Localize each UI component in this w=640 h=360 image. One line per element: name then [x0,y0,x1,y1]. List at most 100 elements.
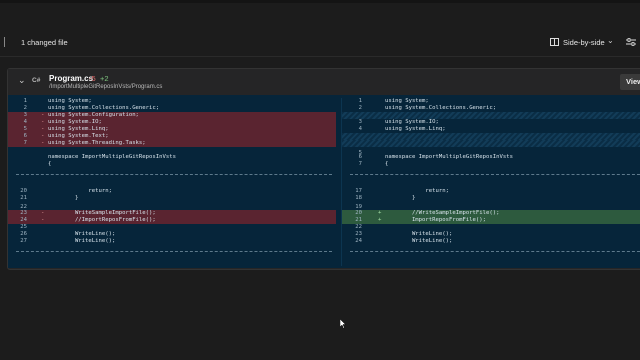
code-text: using System; [385,98,429,104]
code-text: ImportReposFromFile(); [385,217,487,223]
view-file-button[interactable]: View [620,74,640,90]
code-text: } [385,195,416,201]
line-number: 4 [358,126,362,132]
code-text: { [48,161,52,167]
view-mode-dropdown[interactable]: Side-by-side [563,38,605,47]
line-number: 22 [355,224,362,230]
divider [0,56,640,57]
diff-view: 1 using System; 2 using System.Collections.… [8,95,640,268]
code-text: using System.Collections.Generic; [48,105,160,111]
line-number: 26 [20,231,27,237]
code-text: using System.Linq; [48,126,109,132]
line-number: 7 [358,161,362,167]
diff-line: 3 - using System.Configuration; [8,112,336,119]
diff-line: 3 using System.IO; [342,119,640,126]
line-number: 23 [355,231,362,237]
code-text: WriteLine(); [48,238,116,244]
diff-line: 4 - using System.IO; [8,119,336,126]
change-marker: - [41,112,45,118]
code-text: using System.Text; [48,133,109,139]
collapsed-lines-separator[interactable] [16,174,332,176]
diff-line: 7{ [342,161,640,168]
diff-line: 23 WriteLine(); [342,231,640,238]
csharp-file-icon: C# [32,77,41,84]
line-number: 1 [358,98,362,104]
line-number: 24 [355,238,362,244]
code-text: namespace ImportMultipleGitReposInVsts [385,154,513,160]
diff-line: 27 WriteLine(); [8,238,336,245]
code-text: using System.Threading.Tasks; [48,140,146,146]
lines-added: +2 [100,74,109,83]
code-text: using System.IO; [385,119,439,125]
change-marker: - [41,140,45,146]
diff-line: 20 return; [8,188,336,195]
file-diff-card: ⌄ C# Program.cs -5 +2 /ImportMultipleGit… [7,68,640,270]
line-number: 21 [355,217,362,223]
collapsed-lines-separator[interactable] [350,251,640,253]
diff-line: 2 using System.Collections.Generic; [8,105,336,112]
code-text: WriteLine(); [48,231,116,237]
change-marker: - [41,217,45,223]
line-number: 5 [23,126,27,132]
mouse-cursor-icon [340,319,346,329]
diff-line: 4 using System.Linq; [342,126,640,133]
diff-line: 24 - //ImportReposFromFile(); [8,217,336,224]
line-number: 6 [23,133,27,139]
line-number: 6 [358,154,362,160]
diff-line: 18 } [342,195,640,202]
line-number: 7 [23,140,27,146]
line-number: 3 [23,112,27,118]
chevron-down-icon[interactable]: ⌄ [607,36,614,45]
file-name[interactable]: Program.cs [49,74,93,83]
line-number: 4 [23,119,27,125]
diff-line: 17 return; [342,188,640,195]
diff-line: 6 namespace ImportMultipleGitReposInVsts [342,154,640,161]
code-text: WriteSampleImportFile(); [48,210,156,216]
line-number: 1 [23,98,27,104]
line-number: 25 [20,224,27,230]
collapsed-lines-separator[interactable] [16,251,332,253]
change-marker: + [378,210,382,216]
change-marker: + [378,217,382,223]
diff-line: 1 using System; [342,98,640,105]
code-text: } [48,195,79,201]
diff-line: 5 - using System.Linq; [8,126,336,133]
line-number: 18 [355,195,362,201]
modified-pane: 1 using System; 2 using System.Collections.… [341,98,640,266]
diff-line [342,112,640,119]
settings-sliders-icon[interactable] [626,38,636,46]
code-text: WriteLine(); [385,238,453,244]
diff-line: 20 + //WriteSampleImportFile(); [342,210,640,217]
file-path: /ImportMultipleGitReposInVsts/Program.cs [49,84,163,90]
diff-line: { [8,161,336,168]
diff-line: 21 + ImportReposFromFile(); [342,217,640,224]
diff-line: 21 } [8,195,336,202]
diff-line: 23 - WriteSampleImportFile(); [8,210,336,217]
toolbar-edge-icon[interactable] [0,37,5,47]
diff-line: 26 WriteLine(); [8,231,336,238]
lines-removed: -5 [89,74,96,83]
code-text: using System.Collections.Generic; [385,105,497,111]
change-marker: - [41,126,45,132]
change-marker: - [41,119,45,125]
line-number: 2 [23,105,27,111]
diff-line: namespace ImportMultipleGitReposInVsts [8,154,336,161]
line-number: 3 [358,119,362,125]
code-text: using System.Configuration; [48,112,139,118]
collapse-chevron-icon[interactable]: ⌄ [18,75,26,86]
line-number: 27 [20,238,27,244]
code-text: return; [385,188,449,194]
code-text: namespace ImportMultipleGitReposInVsts [48,154,176,160]
diff-line: 24 WriteLine(); [342,238,640,245]
line-number: 23 [20,210,27,216]
code-text: using System.Linq; [385,126,446,132]
diff-line [342,140,640,147]
code-text: //ImportReposFromFile(); [48,217,156,223]
diff-line: 6 - using System.Text; [8,133,336,140]
collapsed-lines-separator[interactable] [350,174,640,176]
original-pane: 1 using System; 2 using System.Collections.… [8,98,336,266]
line-number: 20 [20,188,27,194]
side-by-side-icon[interactable] [550,38,559,46]
code-text: return; [48,188,112,194]
file-header[interactable]: ⌄ C# Program.cs -5 +2 /ImportMultipleGit… [8,69,640,95]
